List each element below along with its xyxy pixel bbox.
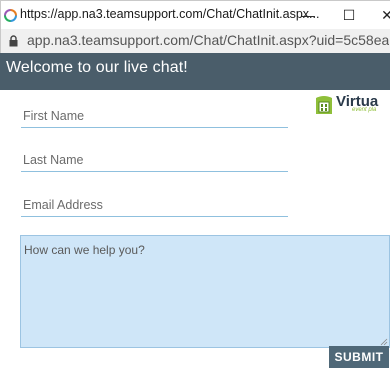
email-field[interactable]: [21, 193, 288, 217]
chat-header: Welcome to our live chat!: [0, 53, 390, 90]
logo-tagline: event pla: [352, 107, 377, 113]
address-bar: app.na3.teamsupport.com/Chat/ChatInit.as…: [0, 29, 390, 53]
chat-header-title: Welcome to our live chat!: [6, 59, 188, 76]
window-titlebar: https://app.na3.teamsupport.com/Chat/Cha…: [0, 0, 390, 29]
window-title: https://app.na3.teamsupport.com/Chat/Cha…: [20, 7, 320, 21]
maximize-button[interactable]: ☐: [338, 4, 360, 26]
minimize-button[interactable]: —: [297, 4, 319, 26]
lock-icon: [9, 35, 18, 47]
address-url: app.na3.teamsupport.com/Chat/ChatInit.as…: [27, 32, 389, 48]
submit-button[interactable]: SUBMIT: [329, 346, 389, 368]
message-textarea[interactable]: [20, 235, 390, 348]
resize-grip-icon[interactable]: [380, 338, 388, 346]
first-name-field[interactable]: [21, 104, 288, 128]
last-name-field[interactable]: [21, 148, 288, 172]
close-button[interactable]: ✕: [376, 4, 390, 26]
teamsupport-loading-icon: [4, 9, 17, 22]
